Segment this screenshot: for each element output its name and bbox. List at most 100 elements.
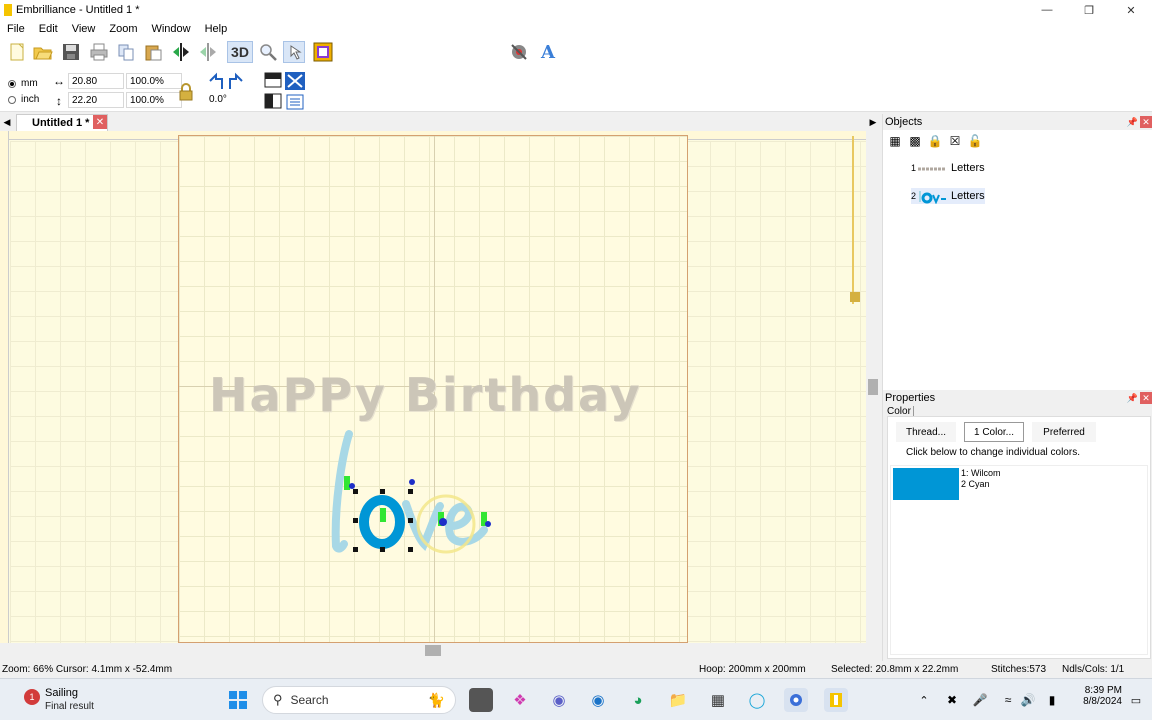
- tab-scroll-left-icon[interactable]: ◀: [2, 116, 12, 128]
- menu-view[interactable]: View: [65, 23, 103, 35]
- paste-icon[interactable]: [142, 41, 164, 63]
- menu-bar: File Edit View Zoom Window Help: [0, 20, 1152, 38]
- group-icon[interactable]: ▦: [887, 133, 903, 149]
- start-icon[interactable]: [226, 688, 250, 712]
- maximize-button[interactable]: ❐: [1068, 0, 1110, 20]
- cortana-icon[interactable]: ◯: [745, 688, 769, 712]
- mirror-icon[interactable]: [170, 41, 192, 63]
- properties-panel-close-icon[interactable]: ✕: [1140, 392, 1152, 404]
- list-icon[interactable]: [285, 93, 305, 111]
- height-percent-field[interactable]: 100.0%: [126, 92, 182, 108]
- taskbar-search[interactable]: ⚲ Search 🐈: [262, 686, 456, 714]
- flip-icon[interactable]: [197, 41, 219, 63]
- 3d-icon[interactable]: 3D: [227, 41, 253, 63]
- lock-icon[interactable]: [178, 82, 194, 102]
- object-item-2[interactable]: 2 Letters: [911, 188, 985, 204]
- vertical-scroll-thumb[interactable]: [868, 379, 878, 395]
- tray-app-icon[interactable]: ✖: [940, 688, 964, 712]
- widget-subtitle: Final result: [45, 701, 94, 712]
- teams-icon[interactable]: ◉: [547, 688, 571, 712]
- objects-toolbar: ▦ ▩ 🔒 ☒ 🔓: [883, 130, 1152, 152]
- color-count-button[interactable]: 1 Color...: [964, 422, 1024, 442]
- pointer-icon[interactable]: [283, 41, 305, 63]
- save-icon[interactable]: [60, 41, 82, 63]
- preferred-button[interactable]: Preferred: [1032, 422, 1096, 442]
- taskbar-clock[interactable]: 8:39 PM 8/8/2024: [1074, 685, 1122, 707]
- task-view-icon[interactable]: [469, 688, 493, 712]
- unit-inch-radio[interactable]: inch: [8, 94, 39, 105]
- pin-icon[interactable]: 📌: [1127, 117, 1138, 128]
- rotation-field[interactable]: 0.0°: [206, 92, 246, 108]
- open-icon[interactable]: [32, 41, 54, 63]
- store-icon[interactable]: ▦: [706, 688, 730, 712]
- love-design[interactable]: [324, 426, 514, 556]
- properties-toolbar: mm inch ↔ ↕ 20.80 100.0% 22.20 100.0% 0.…: [0, 66, 1152, 112]
- menu-zoom[interactable]: Zoom: [102, 23, 144, 35]
- width-percent-field[interactable]: 100.0%: [126, 73, 182, 89]
- new-icon[interactable]: [6, 41, 28, 63]
- embrilliance-taskbar-icon[interactable]: [784, 688, 808, 712]
- height-icon: ↕: [56, 94, 62, 108]
- tab-close-icon[interactable]: ✕: [93, 115, 107, 129]
- minimize-button[interactable]: —: [1026, 0, 1068, 20]
- objects-panel-close-icon[interactable]: ✕: [1140, 116, 1152, 128]
- widget-title: Sailing: [45, 687, 79, 699]
- thread-colors-icon[interactable]: [508, 41, 530, 63]
- horizontal-scroll-thumb[interactable]: [425, 645, 441, 656]
- color-swatch[interactable]: [893, 468, 959, 500]
- properties-panel: Properties 📌 ✕ Color Thread... 1 Color..…: [882, 390, 1152, 661]
- copy-icon[interactable]: [115, 41, 137, 63]
- vertical-slider-handle[interactable]: [850, 292, 860, 302]
- horizontal-scrollbar[interactable]: [0, 643, 866, 661]
- object-thumbnail: [917, 188, 949, 204]
- active-app-icon[interactable]: [824, 688, 848, 712]
- vertical-scrollbar[interactable]: [866, 131, 880, 643]
- menu-help[interactable]: Help: [198, 23, 235, 35]
- ungroup-icon[interactable]: ▩: [907, 133, 923, 149]
- microphone-icon[interactable]: 🎤: [968, 688, 992, 712]
- tray-chevron-icon[interactable]: ⌃: [912, 688, 936, 712]
- design-canvas[interactable]: HaPPy Birthday: [0, 131, 866, 643]
- objects-panel-title: Objects: [885, 116, 923, 128]
- file-explorer-icon[interactable]: 📁: [666, 688, 690, 712]
- menu-window[interactable]: Window: [144, 23, 197, 35]
- tab-scroll-right-icon[interactable]: ▶: [868, 116, 878, 128]
- search-label: Search: [290, 693, 329, 707]
- close-button[interactable]: ✕: [1110, 0, 1152, 20]
- pin-icon[interactable]: 📌: [1127, 393, 1138, 404]
- app-icon-blue[interactable]: ◉: [586, 688, 610, 712]
- menu-file[interactable]: File: [0, 23, 32, 35]
- vertical-slider-track[interactable]: [850, 136, 862, 304]
- hoop-status: Hoop: 200mm x 200mm: [699, 664, 806, 675]
- edge-icon[interactable]: ◕: [626, 688, 650, 712]
- zoom-cursor-status: Zoom: 66% Cursor: 4.1mm x -52.4mm: [2, 664, 173, 675]
- title-bar: Embrilliance - Untitled 1 * — ❐ ✕: [0, 0, 1152, 20]
- lock-object-icon[interactable]: 🔒: [927, 133, 943, 149]
- delete-object-icon[interactable]: ☒: [947, 133, 963, 149]
- unit-mm-radio[interactable]: mm: [8, 78, 38, 89]
- object-thumbnail: [917, 160, 949, 176]
- battery-icon[interactable]: ▮: [1040, 688, 1064, 712]
- happy-birthday-text[interactable]: HaPPy Birthday: [209, 368, 642, 422]
- weather-widget[interactable]: 1 Sailing Final result: [24, 685, 134, 715]
- volume-icon[interactable]: 🔊: [1016, 688, 1040, 712]
- rotate-icon[interactable]: [206, 71, 246, 91]
- notification-icon[interactable]: ▭: [1124, 688, 1148, 712]
- fill-icon[interactable]: [264, 93, 282, 109]
- menu-edit[interactable]: Edit: [32, 23, 65, 35]
- width-icon: ↔: [53, 74, 65, 88]
- objects-panel: Objects 📌 ✕ ▦ ▩ 🔒 ☒ 🔓 1 Letters 2 Letter…: [882, 114, 1152, 390]
- height-field[interactable]: 22.20: [68, 92, 124, 108]
- hoop-icon[interactable]: [312, 41, 334, 63]
- thread-button[interactable]: Thread...: [896, 422, 956, 442]
- search-icon: ⚲: [273, 692, 283, 707]
- zoom-icon[interactable]: [257, 41, 279, 63]
- lettering-icon[interactable]: A: [537, 41, 559, 63]
- unlock-object-icon[interactable]: 🔓: [967, 133, 983, 149]
- object-item-1[interactable]: 1 Letters: [911, 160, 985, 176]
- copilot-icon[interactable]: ❖: [508, 688, 532, 712]
- align-top-icon[interactable]: [264, 72, 282, 88]
- center-icon[interactable]: [285, 72, 305, 90]
- print-icon[interactable]: [88, 41, 110, 63]
- width-field[interactable]: 20.80: [68, 73, 124, 89]
